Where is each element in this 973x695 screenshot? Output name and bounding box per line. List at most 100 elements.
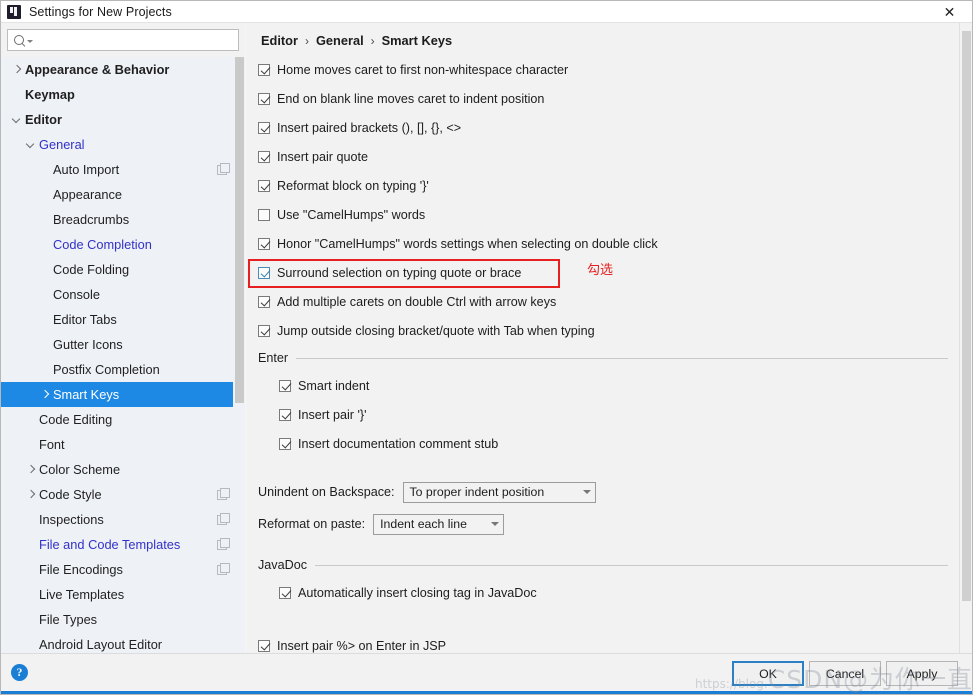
chevron-down-icon[interactable] xyxy=(25,139,36,150)
checkbox-checked-icon[interactable] xyxy=(258,179,270,192)
dropdown-unindent-on-backspace[interactable]: To proper indent position xyxy=(402,481,596,503)
checkbox-unchecked-icon[interactable] xyxy=(258,208,270,221)
checkbox-row[interactable]: Honor "CamelHumps" words settings when s… xyxy=(246,229,958,258)
sidebar-item-code-folding[interactable]: Code Folding xyxy=(1,257,245,282)
sidebar-item-smart-keys[interactable]: Smart Keys xyxy=(1,382,245,407)
sidebar-item-editor[interactable]: Editor xyxy=(1,107,245,132)
sidebar-item-appearance-behavior[interactable]: Appearance & Behavior xyxy=(1,57,245,82)
sidebar-item-gutter-icons[interactable]: Gutter Icons xyxy=(1,332,245,357)
sidebar-item-inspections[interactable]: Inspections xyxy=(1,507,245,532)
checkbox-row[interactable]: Insert pair '}' xyxy=(246,400,958,429)
sidebar-item-editor-tabs[interactable]: Editor Tabs xyxy=(1,307,245,332)
checkbox-label: Jump outside closing bracket/quote with … xyxy=(277,323,595,338)
checkbox-label: Automatically insert closing tag in Java… xyxy=(298,585,537,600)
checkbox-row[interactable]: Use "CamelHumps" words xyxy=(246,200,958,229)
sidebar-item-code-editing[interactable]: Code Editing xyxy=(1,407,245,432)
breadcrumb-part-editor[interactable]: Editor xyxy=(261,33,298,48)
checkbox-checked-icon[interactable] xyxy=(279,379,291,392)
sidebar-item-color-scheme[interactable]: Color Scheme xyxy=(1,457,245,482)
checkbox-checked-icon[interactable] xyxy=(258,121,270,134)
copy-settings-icon[interactable] xyxy=(217,488,230,500)
sidebar-item-live-templates[interactable]: Live Templates xyxy=(1,582,245,607)
checkbox-checked-icon[interactable] xyxy=(279,586,291,599)
sidebar-item-file-types[interactable]: File Types xyxy=(1,607,245,632)
sidebar-item-label: Editor Tabs xyxy=(53,312,117,327)
sidebar-item-code-style[interactable]: Code Style xyxy=(1,482,245,507)
checkbox-row[interactable]: Insert documentation comment stub xyxy=(246,429,958,458)
chevron-down-icon[interactable] xyxy=(491,522,500,526)
sidebar-scrollbar-thumb[interactable] xyxy=(235,57,244,403)
sidebar-item-general[interactable]: General xyxy=(1,132,245,157)
sidebar-item-auto-import[interactable]: Auto Import xyxy=(1,157,245,182)
sidebar-item-breadcrumbs[interactable]: Breadcrumbs xyxy=(1,207,245,232)
checkbox-row[interactable]: Jump outside closing bracket/quote with … xyxy=(246,316,958,345)
chevron-right-icon[interactable] xyxy=(25,489,36,500)
chevron-down-icon[interactable] xyxy=(27,40,33,43)
breadcrumb-separator-icon: › xyxy=(304,33,309,48)
search-input[interactable] xyxy=(37,32,227,48)
checkbox-row[interactable]: Insert paired brackets (), [], {}, <> xyxy=(246,113,958,142)
checkbox-checked-icon[interactable] xyxy=(258,295,270,308)
checkbox-row[interactable]: Automatically insert closing tag in Java… xyxy=(246,578,958,607)
sidebar-item-label: Keymap xyxy=(25,87,75,102)
copy-settings-icon[interactable] xyxy=(217,163,230,175)
checkbox-row[interactable]: Insert pair quote xyxy=(246,142,958,171)
sidebar-item-code-completion[interactable]: Code Completion xyxy=(1,232,245,257)
sidebar-item-postfix-completion[interactable]: Postfix Completion xyxy=(1,357,245,382)
section-divider xyxy=(296,357,948,359)
help-icon[interactable]: ? xyxy=(11,664,28,681)
copy-settings-icon[interactable] xyxy=(217,538,230,550)
settings-content: Home moves caret to first non-whitespace… xyxy=(246,55,958,653)
sidebar-item-label: Appearance xyxy=(53,187,123,202)
sidebar-item-console[interactable]: Console xyxy=(1,282,245,307)
sidebar-item-label: Auto Import xyxy=(53,162,120,177)
cancel-button[interactable]: Cancel xyxy=(809,661,881,686)
apply-button[interactable]: Apply xyxy=(886,661,958,686)
checkbox-checked-icon[interactable] xyxy=(258,63,270,76)
close-icon[interactable]: ✕ xyxy=(927,1,972,23)
sidebar-item-android-layout-editor[interactable]: Android Layout Editor xyxy=(1,632,245,653)
checkbox-checked-icon[interactable] xyxy=(258,639,270,652)
checkbox-checked-icon[interactable] xyxy=(258,324,270,337)
checkbox-row[interactable]: Smart indent xyxy=(246,371,958,400)
sidebar-item-file-encodings[interactable]: File Encodings xyxy=(1,557,245,582)
sidebar-item-file-and-code-templates[interactable]: File and Code Templates xyxy=(1,532,245,557)
field-row: Unindent on Backspace: To proper indent p… xyxy=(246,476,958,508)
checkbox-row[interactable]: Add multiple carets on double Ctrl with … xyxy=(246,287,958,316)
section-divider xyxy=(315,564,948,566)
breadcrumb-part-general[interactable]: General xyxy=(316,33,364,48)
checkbox-checked-icon[interactable] xyxy=(258,237,270,250)
settings-tree[interactable]: Appearance & Behavior Keymap Editor General… xyxy=(1,57,245,653)
sidebar-item-label: Inspections xyxy=(39,512,104,527)
breadcrumb: Editor › General › Smart Keys xyxy=(261,33,452,48)
sidebar-item-keymap[interactable]: Keymap xyxy=(1,82,245,107)
checkbox-checked-icon[interactable] xyxy=(258,92,270,105)
checkbox-checked-icon[interactable] xyxy=(258,150,270,163)
checkbox-row[interactable]: Reformat block on typing '}' xyxy=(246,171,958,200)
chevron-right-icon[interactable] xyxy=(39,389,50,400)
sidebar-item-label: Postfix Completion xyxy=(53,362,160,377)
copy-settings-icon[interactable] xyxy=(217,563,230,575)
checkbox-row[interactable]: Insert pair %> on Enter in JSP xyxy=(246,631,958,653)
chevron-down-icon[interactable] xyxy=(582,490,591,494)
checkbox-label: Insert paired brackets (), [], {}, <> xyxy=(277,120,462,135)
checkbox-row[interactable]: Home moves caret to first non-whitespace… xyxy=(246,55,958,84)
checkbox-label: Honor "CamelHumps" words settings when s… xyxy=(277,236,658,251)
sidebar-item-font[interactable]: Font xyxy=(1,432,245,457)
dropdown-reformat-on-paste[interactable]: Indent each line xyxy=(373,513,505,535)
copy-settings-icon[interactable] xyxy=(217,513,230,525)
checkbox-checked-icon[interactable] xyxy=(279,437,291,450)
sidebar-scrollbar[interactable] xyxy=(233,57,245,653)
ok-button[interactable]: OK xyxy=(732,661,804,686)
search-box[interactable] xyxy=(7,29,239,51)
chevron-right-icon[interactable] xyxy=(25,464,36,475)
chevron-down-icon[interactable] xyxy=(11,114,22,125)
main-scrollbar-thumb[interactable] xyxy=(962,31,971,601)
sidebar-item-appearance[interactable]: Appearance xyxy=(1,182,245,207)
main-scrollbar[interactable] xyxy=(959,23,972,653)
checkbox-row[interactable]: End on blank line moves caret to indent … xyxy=(246,84,958,113)
chevron-right-icon[interactable] xyxy=(11,64,22,75)
checkbox-checked-icon[interactable] xyxy=(258,266,270,279)
sidebar-item-label: Code Folding xyxy=(53,262,130,277)
checkbox-checked-icon[interactable] xyxy=(279,408,291,421)
